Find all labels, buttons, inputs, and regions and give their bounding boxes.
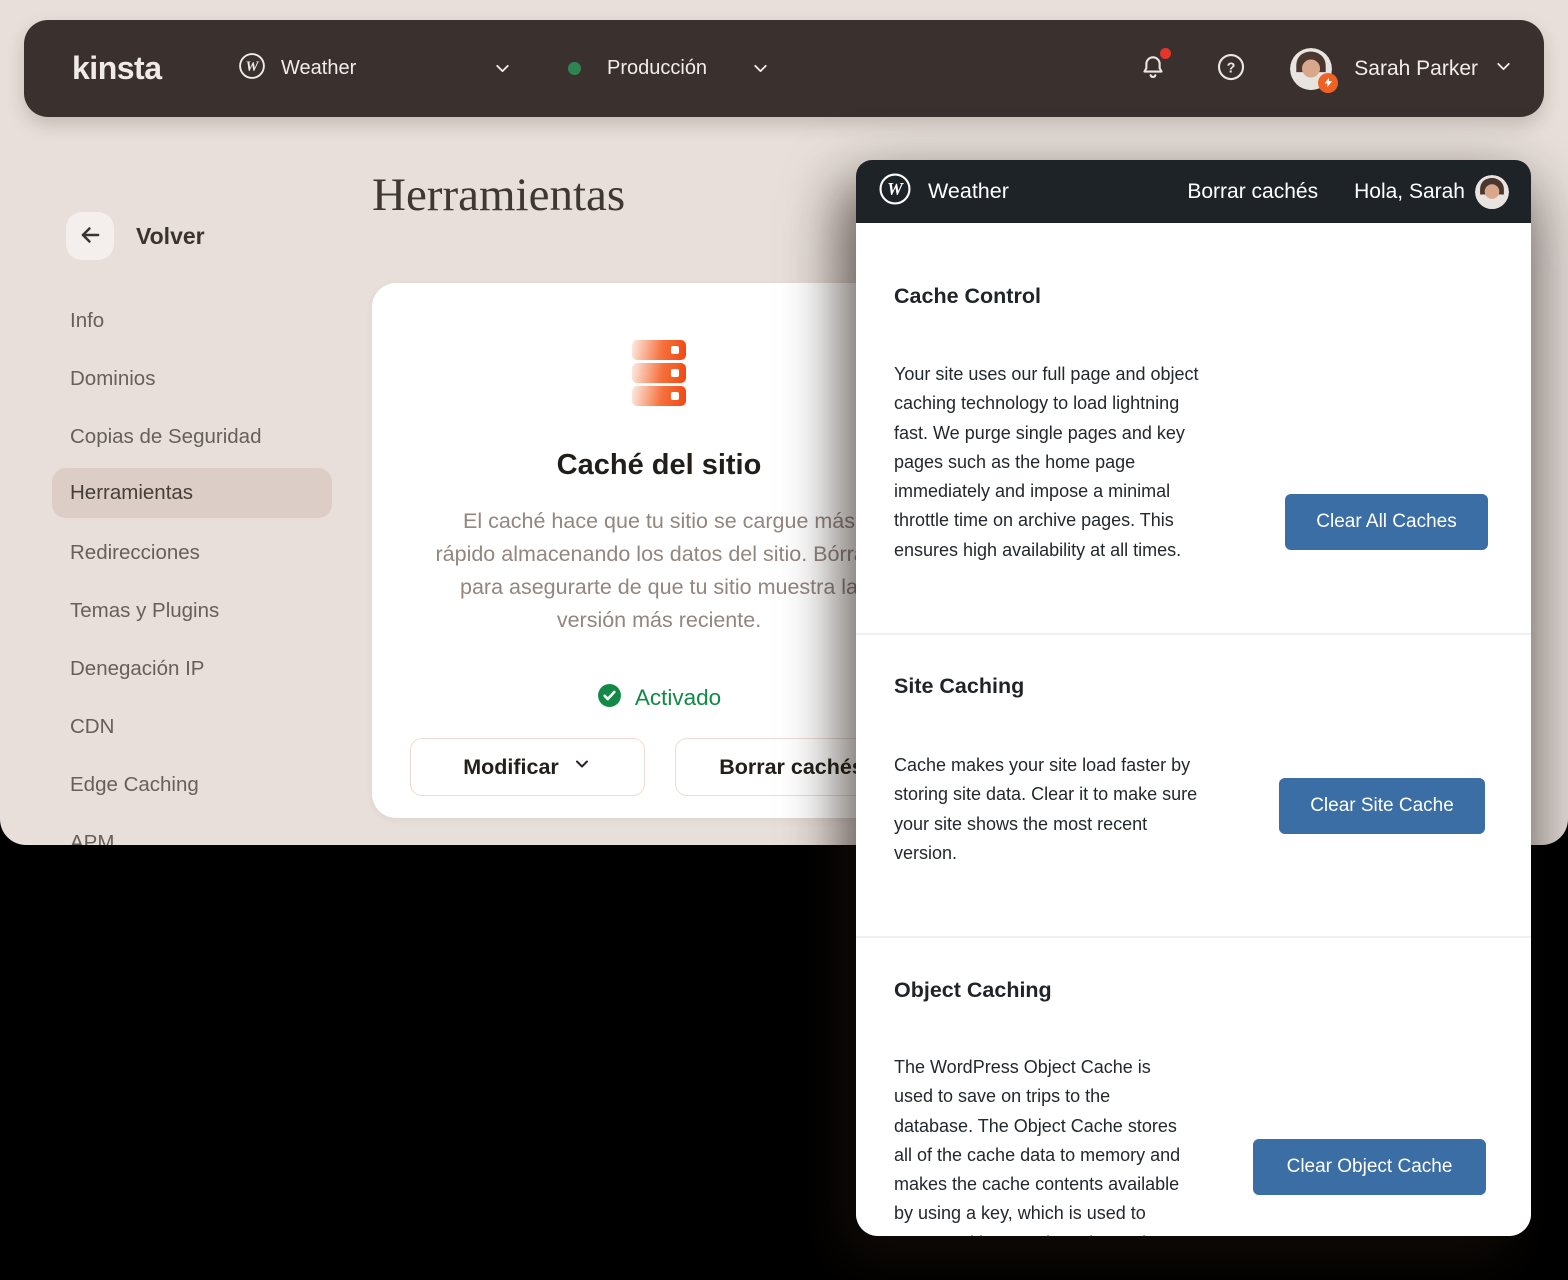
chevron-down-icon — [1493, 56, 1514, 82]
user-name[interactable]: Sarah Parker — [1354, 57, 1478, 81]
status-label: Activado — [635, 685, 721, 711]
sidebar-item-edge-caching[interactable]: Edge Caching — [52, 763, 332, 807]
user-avatar[interactable] — [1290, 48, 1332, 90]
back-button[interactable] — [66, 212, 114, 260]
sidebar-item-info[interactable]: Info — [52, 299, 332, 343]
kinsta-logo: kinsta — [72, 20, 161, 117]
sidebar-item-cdn[interactable]: CDN — [52, 705, 332, 749]
top-navigation-bar: kinsta W Weather Producción — [24, 20, 1544, 117]
screen: kinsta W Weather Producción — [0, 0, 1568, 1280]
notification-badge — [1160, 48, 1171, 59]
back-arrow-icon — [77, 222, 103, 251]
section-title: Site Caching — [894, 674, 1024, 699]
wp-clear-caches-action[interactable]: Borrar cachés — [1187, 180, 1318, 204]
section-title: Cache Control — [894, 284, 1041, 309]
wp-user-greeting[interactable]: Hola, Sarah — [1354, 180, 1465, 204]
chevron-down-icon — [750, 58, 771, 84]
svg-text:W: W — [887, 179, 904, 199]
wp-admin-bar: W Weather Borrar cachés Hola, Sarah — [856, 160, 1531, 223]
server-cache-icon — [632, 340, 686, 406]
help-icon: ? — [1216, 52, 1246, 85]
site-switcher[interactable]: W Weather — [238, 20, 356, 117]
help-button[interactable]: ? — [1216, 52, 1246, 85]
card-buttons: Modificar Borrar cachés — [410, 738, 908, 796]
chevron-down-icon — [492, 58, 513, 84]
section-divider — [856, 936, 1531, 938]
check-circle-icon — [597, 683, 622, 713]
sidebar-item-apm[interactable]: APM — [52, 821, 332, 845]
back-row: Volver — [66, 212, 205, 260]
sidebar-item-copias-de-seguridad[interactable]: Copias de Seguridad — [52, 415, 332, 459]
modify-button[interactable]: Modificar — [410, 738, 645, 796]
sidebar-item-dominios[interactable]: Dominios — [52, 357, 332, 401]
section-body: The WordPress Object Cache is used to sa… — [894, 1053, 1294, 1236]
clear-all-caches-button[interactable]: Clear All Caches — [1285, 494, 1488, 550]
wordpress-icon: W — [238, 52, 266, 85]
section-body: Cache makes your site load faster by sto… — [894, 751, 1294, 868]
environment-status-dot — [568, 62, 581, 75]
chevron-down-icon — [572, 754, 592, 780]
environment-name: Producción — [607, 57, 707, 80]
topbar-right-cluster: ? Sarah Parker — [1138, 20, 1514, 117]
environment-switcher[interactable]: Producción — [568, 20, 707, 117]
wp-admin-overlay: W Weather Borrar cachés Hola, Sarah Cach… — [856, 160, 1531, 1236]
wordpress-icon: W — [878, 172, 912, 211]
svg-text:?: ? — [1227, 60, 1236, 76]
section-title: Object Caching — [894, 978, 1052, 1003]
wp-user-avatar[interactable] — [1475, 175, 1509, 209]
section-divider — [856, 633, 1531, 635]
svg-text:W: W — [246, 59, 260, 75]
clear-site-cache-button[interactable]: Clear Site Cache — [1279, 778, 1485, 834]
wp-admin-content: Cache Control Your site uses our full pa… — [856, 223, 1531, 1236]
wp-site-name[interactable]: Weather — [928, 179, 1009, 204]
clear-object-cache-button[interactable]: Clear Object Cache — [1253, 1139, 1486, 1195]
back-label: Volver — [136, 223, 205, 250]
sidebar-item-denegacion-ip[interactable]: Denegación IP — [52, 647, 332, 691]
lightning-badge-icon — [1318, 73, 1338, 93]
page-title: Herramientas — [372, 168, 625, 222]
section-body: Your site uses our full page and object … — [894, 360, 1294, 565]
notifications-button[interactable] — [1138, 52, 1168, 85]
site-name: Weather — [281, 57, 356, 80]
